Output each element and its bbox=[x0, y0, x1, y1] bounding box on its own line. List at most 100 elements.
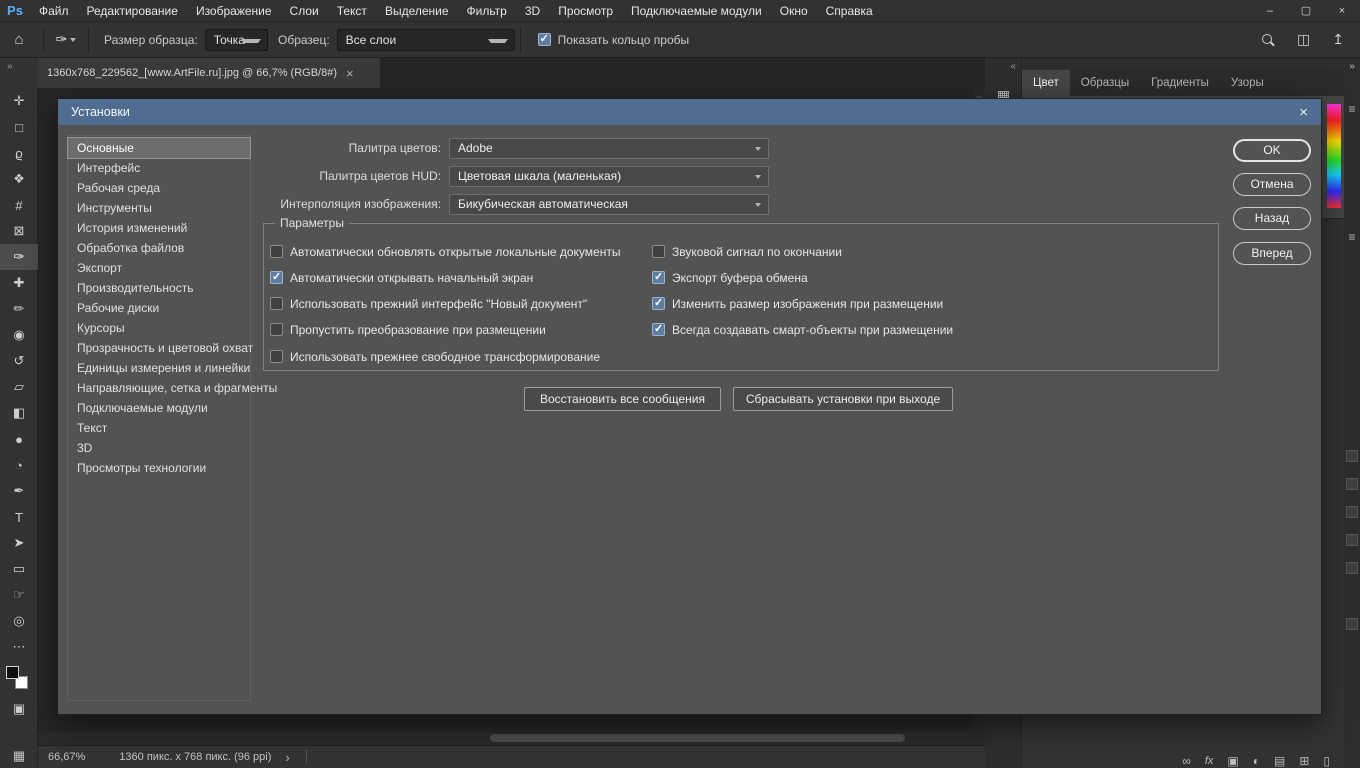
quick-selection-tool[interactable]: ❖ bbox=[0, 166, 38, 192]
search-icon[interactable] bbox=[1261, 33, 1275, 47]
menu-image[interactable]: Изображение bbox=[187, 0, 281, 22]
pref-plugins[interactable]: Подключаемые модули bbox=[68, 398, 250, 418]
reset-warnings-button[interactable]: Восстановить все сообщения bbox=[524, 387, 721, 411]
new-layer-icon[interactable]: ⊞ bbox=[1299, 754, 1309, 768]
adjustment-icon[interactable]: ◐ bbox=[1253, 754, 1260, 768]
cancel-button[interactable]: Отмена bbox=[1233, 173, 1311, 196]
menu-select[interactable]: Выделение bbox=[376, 0, 458, 22]
menu-window[interactable]: Окно bbox=[771, 0, 817, 22]
tab-close-icon[interactable]: × bbox=[346, 66, 354, 81]
path-selection-tool[interactable]: ➤ bbox=[0, 530, 38, 556]
cb-skip-transform-on-place[interactable] bbox=[270, 323, 283, 336]
eyedropper-tool[interactable]: ✑ bbox=[0, 244, 38, 270]
cb-export-clipboard[interactable] bbox=[652, 270, 665, 284]
lasso-tool[interactable]: ϱ bbox=[0, 140, 38, 166]
menu-layers[interactable]: Слои bbox=[281, 0, 328, 22]
color-picker-dropdown[interactable]: Adobe bbox=[449, 138, 769, 159]
collapsed-panel-icon[interactable] bbox=[1346, 562, 1358, 574]
collapsed-panel-icon[interactable] bbox=[1346, 618, 1358, 630]
screen-mode-icon[interactable]: ▦ bbox=[0, 745, 38, 767]
cb-beep-when-done[interactable] bbox=[652, 245, 665, 258]
ok-button[interactable]: OK bbox=[1233, 139, 1311, 162]
color-swatches[interactable] bbox=[0, 662, 38, 696]
marquee-tool[interactable]: □ bbox=[0, 114, 38, 140]
expand-panels-icon[interactable]: » bbox=[1344, 61, 1360, 72]
menu-plugins[interactable]: Подключаемые модули bbox=[622, 0, 771, 22]
pref-scratch-disks[interactable]: Рабочие диски bbox=[68, 298, 250, 318]
pref-type[interactable]: Текст bbox=[68, 418, 250, 438]
dialog-title-bar[interactable]: Установки × bbox=[58, 99, 1321, 125]
collapsed-panel-icon[interactable] bbox=[1346, 506, 1358, 518]
eraser-tool[interactable]: ▱ bbox=[0, 374, 38, 400]
type-tool[interactable]: T bbox=[0, 504, 38, 530]
pref-performance[interactable]: Производительность bbox=[68, 278, 250, 298]
hand-tool[interactable]: ☞ bbox=[0, 582, 38, 608]
cb-always-smart-objects[interactable] bbox=[652, 322, 665, 336]
maximize-button[interactable]: ▢ bbox=[1288, 0, 1324, 22]
share-icon[interactable]: ↥ bbox=[1332, 31, 1344, 48]
menu-view[interactable]: Просмотр bbox=[549, 0, 622, 22]
zoom-tool[interactable]: ◎ bbox=[0, 608, 38, 634]
pref-history-log[interactable]: История изменений bbox=[68, 218, 250, 238]
fx-icon[interactable]: fx bbox=[1205, 755, 1214, 767]
prev-button[interactable]: Назад bbox=[1233, 207, 1311, 230]
brush-tool[interactable]: ✏ bbox=[0, 296, 38, 322]
menu-edit[interactable]: Редактирование bbox=[78, 0, 187, 22]
hud-color-picker-dropdown[interactable]: Цветовая шкала (маленькая) bbox=[449, 166, 769, 187]
pen-tool[interactable]: ✒ bbox=[0, 478, 38, 504]
collapsed-panel-icon[interactable] bbox=[1346, 450, 1358, 462]
next-button[interactable]: Вперед bbox=[1233, 242, 1311, 265]
history-brush-tool[interactable]: ↺ bbox=[0, 348, 38, 374]
panel-menu-icon[interactable]: ≡ bbox=[1344, 102, 1360, 116]
pref-file-handling[interactable]: Обработка файлов bbox=[68, 238, 250, 258]
home-icon[interactable]: ⌂ bbox=[0, 31, 38, 48]
foreground-color-swatch[interactable] bbox=[6, 666, 19, 679]
mask-icon[interactable]: ▣ bbox=[1227, 754, 1238, 768]
cb-auto-update-docs[interactable] bbox=[270, 245, 283, 258]
quick-mask-icon[interactable]: ▣ bbox=[0, 696, 38, 722]
rectangle-tool[interactable]: ▭ bbox=[0, 556, 38, 582]
pref-cursors[interactable]: Курсоры bbox=[68, 318, 250, 338]
status-chevron-icon[interactable]: › bbox=[285, 750, 289, 765]
group-icon[interactable]: ▤ bbox=[1274, 754, 1285, 768]
reset-preferences-button[interactable]: Сбрасывать установки при выходе bbox=[733, 387, 953, 411]
show-sampling-ring-checkbox[interactable] bbox=[537, 32, 551, 46]
cb-legacy-free-transform[interactable] bbox=[270, 350, 283, 363]
menu-filter[interactable]: Фильтр bbox=[458, 0, 516, 22]
photoshop-logo[interactable]: Ps bbox=[0, 3, 30, 18]
color-spectrum-ramp[interactable] bbox=[1327, 104, 1341, 208]
pref-transparency-gamut[interactable]: Прозрачность и цветовой охват bbox=[68, 338, 253, 358]
cb-resize-on-place[interactable] bbox=[652, 296, 665, 310]
toolbar-collapse[interactable]: » bbox=[0, 58, 38, 88]
dialog-close-icon[interactable]: × bbox=[1299, 104, 1308, 121]
pref-guides-grid-slices[interactable]: Направляющие, сетка и фрагменты bbox=[68, 378, 277, 398]
link-icon[interactable]: ∞ bbox=[1182, 754, 1191, 768]
sample-size-dropdown[interactable]: Точка bbox=[204, 28, 268, 51]
tab-swatches[interactable]: Образцы bbox=[1070, 70, 1140, 96]
workspace-layout-icon[interactable]: ◫ bbox=[1297, 31, 1310, 48]
blur-tool[interactable]: ● bbox=[0, 426, 38, 452]
image-interpolation-dropdown[interactable]: Бикубическая автоматическая bbox=[449, 194, 769, 215]
trash-icon[interactable]: ▯ bbox=[1323, 754, 1330, 768]
crop-tool[interactable]: # bbox=[0, 192, 38, 218]
pref-export[interactable]: Экспорт bbox=[68, 258, 250, 278]
edit-toolbar-icon[interactable]: ⋯ bbox=[0, 634, 38, 660]
tab-color[interactable]: Цвет bbox=[1022, 70, 1070, 96]
gradient-tool[interactable]: ◧ bbox=[0, 400, 38, 426]
frame-tool[interactable]: ⊠ bbox=[0, 218, 38, 244]
menu-type[interactable]: Текст bbox=[328, 0, 376, 22]
clone-stamp-tool[interactable]: ◉ bbox=[0, 322, 38, 348]
current-tool-icon[interactable]: ✑ bbox=[49, 31, 83, 48]
zoom-level-field[interactable]: 66,67% bbox=[48, 751, 85, 763]
pref-units-rulers[interactable]: Единицы измерения и линейки bbox=[68, 358, 250, 378]
minimize-button[interactable]: – bbox=[1252, 0, 1288, 22]
tab-gradients[interactable]: Градиенты bbox=[1140, 70, 1220, 96]
collapse-panels-icon[interactable]: « bbox=[1010, 61, 1016, 72]
close-button[interactable]: × bbox=[1324, 0, 1360, 22]
pref-3d[interactable]: 3D bbox=[68, 438, 250, 458]
collapsed-panel-icon[interactable] bbox=[1346, 534, 1358, 546]
dodge-tool[interactable]: ◔ bbox=[0, 452, 38, 478]
tab-patterns[interactable]: Узоры bbox=[1220, 70, 1275, 96]
menu-3d[interactable]: 3D bbox=[516, 0, 549, 22]
menu-file[interactable]: Файл bbox=[30, 0, 78, 22]
